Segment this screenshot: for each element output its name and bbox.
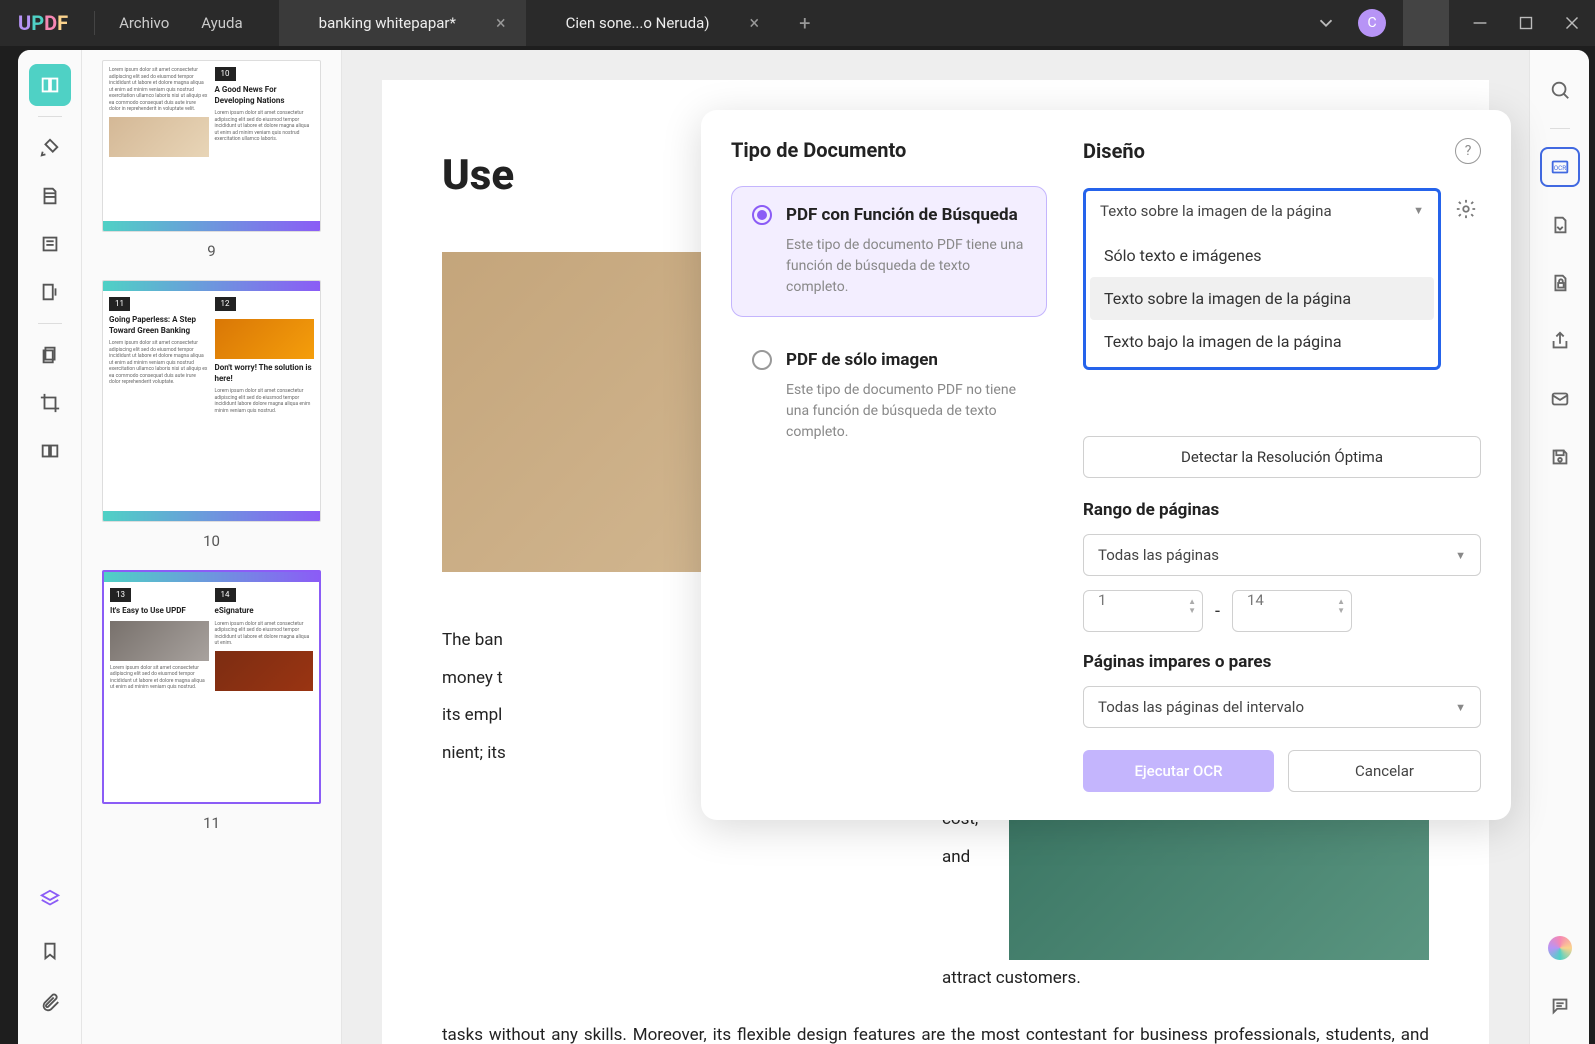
select-value: Texto sobre la imagen de la página (1100, 202, 1332, 220)
menu-archivo[interactable]: Archivo (103, 14, 185, 32)
tab-title: Cien sone...o Neruda) (566, 14, 710, 32)
section-title: Diseño (1083, 139, 1145, 163)
close-icon[interactable]: × (496, 13, 506, 34)
page-to-input[interactable]: 14▲▼ (1232, 590, 1352, 632)
tab-add-button[interactable]: + (779, 11, 830, 35)
chevron-down-icon: ▼ (1413, 204, 1424, 217)
radio-icon (752, 205, 772, 225)
tab-strip: banking whitepapar* × Cien sone...o Neru… (279, 0, 1303, 46)
doc-type-searchable[interactable]: PDF con Función de Búsqueda Este tipo de… (731, 186, 1047, 317)
comment-tool[interactable] (1540, 986, 1580, 1026)
layout-dropdown: Sólo texto e imágenes Texto sobre la ima… (1083, 230, 1441, 370)
app-logo: UPDF (0, 11, 86, 35)
separator (38, 323, 62, 324)
tab-neruda[interactable]: Cien sone...o Neruda) × (526, 0, 780, 46)
option-desc: Este tipo de documento PDF no tiene una … (786, 380, 1026, 443)
window-controls: C (1303, 0, 1595, 46)
radio-icon (752, 350, 772, 370)
layout-option-text-over[interactable]: Texto sobre la imagen de la página (1090, 277, 1434, 320)
thumbnail-page-10[interactable]: 11Going Paperless: A Step Toward Green B… (102, 280, 321, 522)
spinner-icons[interactable]: ▲▼ (1188, 597, 1196, 615)
spinner-icons[interactable]: ▲▼ (1337, 597, 1345, 615)
detect-resolution-button[interactable]: Detectar la Resolución Óptima (1083, 436, 1481, 478)
layout-option-text-under[interactable]: Texto bajo la imagen de la página (1090, 320, 1434, 363)
range-dash: - (1215, 601, 1220, 622)
gear-icon[interactable] (1451, 194, 1481, 224)
save-tool[interactable] (1540, 437, 1580, 477)
main-area: Lorem ipsum dolor sit amet consectetur a… (18, 50, 1589, 1044)
edit-tool[interactable] (29, 175, 71, 217)
help-icon[interactable]: ? (1455, 138, 1481, 164)
thumbnail-panel[interactable]: Lorem ipsum dolor sit amet consectetur a… (82, 50, 342, 1044)
close-button[interactable] (1549, 0, 1595, 46)
doc-text: tasks without any skills. Moreover, its … (442, 1017, 1429, 1044)
share-tool[interactable] (1540, 321, 1580, 361)
option-desc: Este tipo de documento PDF tiene una fun… (786, 235, 1026, 298)
email-tool[interactable] (1540, 379, 1580, 419)
ocr-panel: Tipo de Documento PDF con Función de Bús… (701, 110, 1511, 820)
layout-select[interactable]: Texto sobre la imagen de la página ▼ (1083, 188, 1441, 230)
divider (94, 11, 95, 35)
attachment-tool[interactable] (29, 982, 71, 1024)
search-icon[interactable] (1540, 70, 1580, 110)
page-number: 11 (102, 814, 321, 832)
select-value: Todas las páginas del intervalo (1098, 698, 1304, 716)
chevron-down-icon: ▼ (1455, 549, 1466, 562)
left-toolbar (18, 50, 82, 1044)
thumbnail-page-9[interactable]: Lorem ipsum dolor sit amet consectetur a… (102, 60, 321, 232)
reader-tool[interactable] (29, 64, 71, 106)
thumbnail-page-11[interactable]: 13It's Easy to Use UPDFLorem ipsum dolor… (102, 570, 321, 804)
titlebar: UPDF Archivo Ayuda banking whitepapar* ×… (0, 0, 1595, 46)
option-title: PDF con Función de Búsqueda (786, 205, 1018, 225)
ocr-settings-section: Diseño ? Texto sobre la imagen de la pág… (1071, 110, 1511, 792)
doc-type-image-only[interactable]: PDF de sólo imagen Este tipo de document… (731, 331, 1047, 462)
divider (1403, 0, 1449, 46)
svg-text:OCR: OCR (1553, 164, 1566, 172)
page-range-select[interactable]: Todas las páginas ▼ (1083, 534, 1481, 576)
chevron-down-icon: ▼ (1455, 701, 1466, 714)
minimize-button[interactable] (1457, 0, 1503, 46)
protect-tool[interactable] (1540, 263, 1580, 303)
separator (38, 116, 62, 117)
odd-even-select[interactable]: Todas las páginas del intervalo ▼ (1083, 686, 1481, 728)
chevron-down-icon[interactable] (1303, 0, 1349, 46)
close-icon[interactable]: × (749, 13, 759, 34)
select-value: Todas las páginas (1098, 546, 1219, 564)
avatar[interactable]: C (1349, 0, 1395, 46)
odd-even-label: Páginas impares o pares (1083, 652, 1481, 672)
tab-title: banking whitepapar* (319, 14, 456, 32)
crop-tool[interactable] (29, 382, 71, 424)
right-toolbar: OCR (1529, 50, 1589, 1044)
ocr-tool[interactable]: OCR (1540, 147, 1580, 187)
page-number: 10 (102, 532, 321, 550)
page-range-label: Rango de páginas (1083, 500, 1481, 520)
layers-tool[interactable] (29, 878, 71, 920)
page-from-input[interactable]: 1▲▼ (1083, 590, 1203, 632)
cancel-button[interactable]: Cancelar (1288, 750, 1481, 792)
bookmark-tool[interactable] (29, 930, 71, 972)
section-title: Tipo de Documento (731, 138, 1047, 162)
pages-tool[interactable] (29, 334, 71, 376)
fill-sign-tool[interactable] (29, 271, 71, 313)
highlight-tool[interactable] (29, 127, 71, 169)
layout-option-text-images[interactable]: Sólo texto e imágenes (1090, 234, 1434, 277)
page-number: 9 (102, 242, 321, 260)
option-title: PDF de sólo imagen (786, 350, 938, 370)
separator (1550, 128, 1570, 129)
form-tool[interactable] (29, 223, 71, 265)
run-ocr-button[interactable]: Ejecutar OCR (1083, 750, 1274, 792)
maximize-button[interactable] (1503, 0, 1549, 46)
menu-ayuda[interactable]: Ayuda (185, 14, 258, 32)
ai-tool[interactable] (1540, 928, 1580, 968)
tab-banking[interactable]: banking whitepapar* × (279, 0, 526, 46)
compare-tool[interactable] (29, 430, 71, 472)
convert-tool[interactable] (1540, 205, 1580, 245)
ocr-doc-type-section: Tipo de Documento PDF con Función de Bús… (701, 110, 1071, 792)
